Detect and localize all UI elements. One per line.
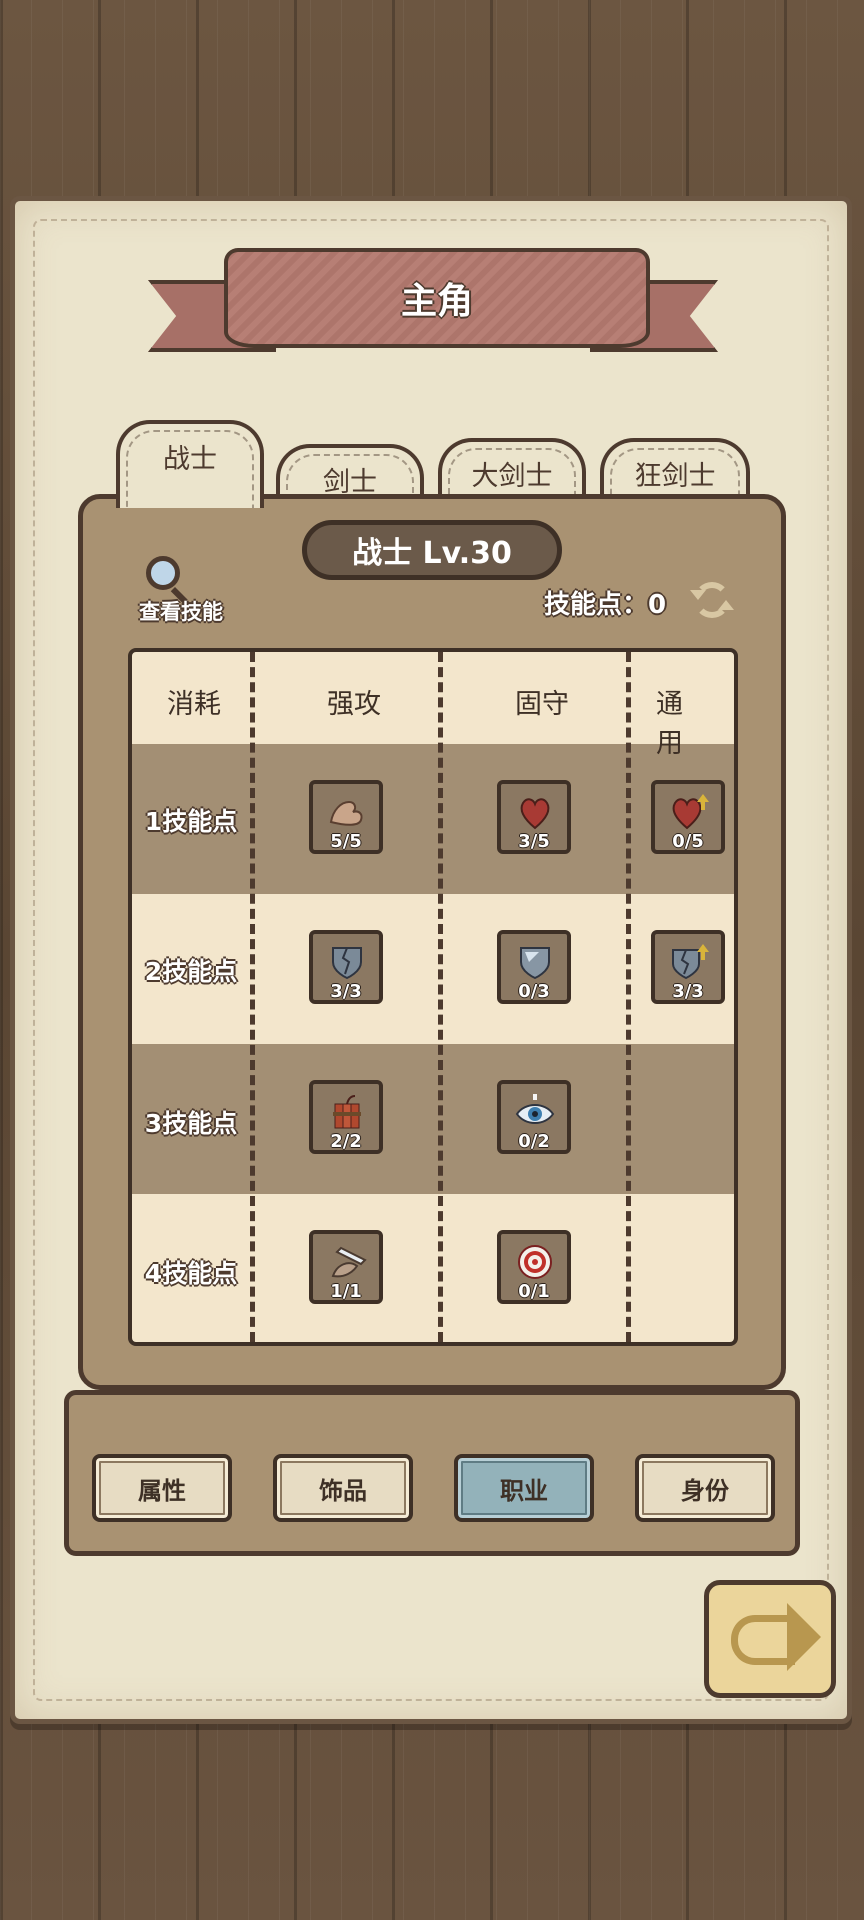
skill-slot[interactable]: 1/1 (309, 1230, 383, 1304)
dynamite-icon (333, 1095, 361, 1129)
column-divider (626, 652, 631, 1342)
skill-count: 2/2 (330, 1131, 362, 1152)
row-label: 2技能点 (144, 957, 238, 986)
skill-count: 3/5 (518, 831, 550, 852)
nav-identity-button[interactable]: 身份 (635, 1454, 775, 1522)
column-header: 强攻 (327, 689, 381, 720)
row-label: 3技能点 (144, 1109, 238, 1138)
row-label: 1技能点 (144, 807, 238, 836)
class-level-badge: 战士 Lv.30 (302, 520, 562, 580)
tab-label: 战士 (163, 443, 217, 475)
heart-icon (520, 798, 550, 830)
view-skills-label: 查看技能 (139, 600, 223, 624)
skill-slot[interactable]: 3/3 (309, 930, 383, 1004)
skill-count: 5/5 (330, 831, 362, 852)
skill-count: 3/3 (672, 981, 704, 1002)
broken-shield-upgrade-icon (672, 944, 709, 980)
shield-icon (520, 947, 550, 980)
reset-skills-icon[interactable] (690, 582, 734, 618)
skill-slot[interactable]: 2/2 (309, 1080, 383, 1154)
skill-count: 3/3 (330, 981, 362, 1002)
skill-count: 0/5 (672, 831, 704, 852)
skill-slot[interactable]: 5/5 (309, 780, 383, 854)
title-banner: 主角 (148, 240, 718, 360)
nav-attributes-button[interactable]: 属性 (92, 1454, 232, 1522)
broken-shield-icon (332, 947, 362, 980)
column-header: 固守 (515, 689, 569, 720)
skill-slot[interactable]: 0/2 (497, 1080, 571, 1154)
skill-count: 0/2 (518, 1131, 550, 1152)
target-icon (518, 1245, 552, 1279)
nav-accessories-button[interactable]: 饰品 (273, 1454, 413, 1522)
skill-count: 0/1 (518, 1281, 550, 1302)
column-divider (438, 652, 443, 1342)
skill-count: 1/1 (330, 1281, 362, 1302)
sword-slash-icon (331, 1246, 367, 1278)
skill-slot[interactable]: 0/3 (497, 930, 571, 1004)
nav-class-button[interactable]: 职业 (454, 1454, 594, 1522)
skill-slot[interactable]: 0/5 (651, 780, 725, 854)
page-title: 主角 (224, 248, 650, 348)
skill-count: 0/3 (518, 981, 550, 1002)
tab-label: 大剑士 (471, 460, 553, 492)
tab-warrior[interactable]: 战士 (116, 420, 264, 508)
heart-upgrade-icon (672, 794, 709, 830)
column-divider (250, 652, 255, 1342)
skill-grid: 消耗 强攻 固守 通用 1技能点 2技能点 3技能点 4技能点 5/5 3/5 … (128, 648, 738, 1346)
row-label: 4技能点 (144, 1259, 238, 1288)
skill-slot[interactable]: 3/3 (651, 930, 725, 1004)
tab-label: 剑士 (323, 466, 377, 498)
tab-label: 狂剑士 (634, 460, 716, 492)
magnifier-icon (146, 556, 180, 590)
column-header: 消耗 (167, 689, 221, 720)
column-header: 通用 (656, 689, 683, 759)
skill-points-text: 技能点：0 (544, 590, 667, 620)
skill-slot[interactable]: 3/5 (497, 780, 571, 854)
skill-slot[interactable]: 0/1 (497, 1230, 571, 1304)
eye-icon (515, 1094, 555, 1124)
muscle-arm-icon (329, 800, 363, 826)
back-arrow-icon[interactable] (704, 1580, 836, 1698)
